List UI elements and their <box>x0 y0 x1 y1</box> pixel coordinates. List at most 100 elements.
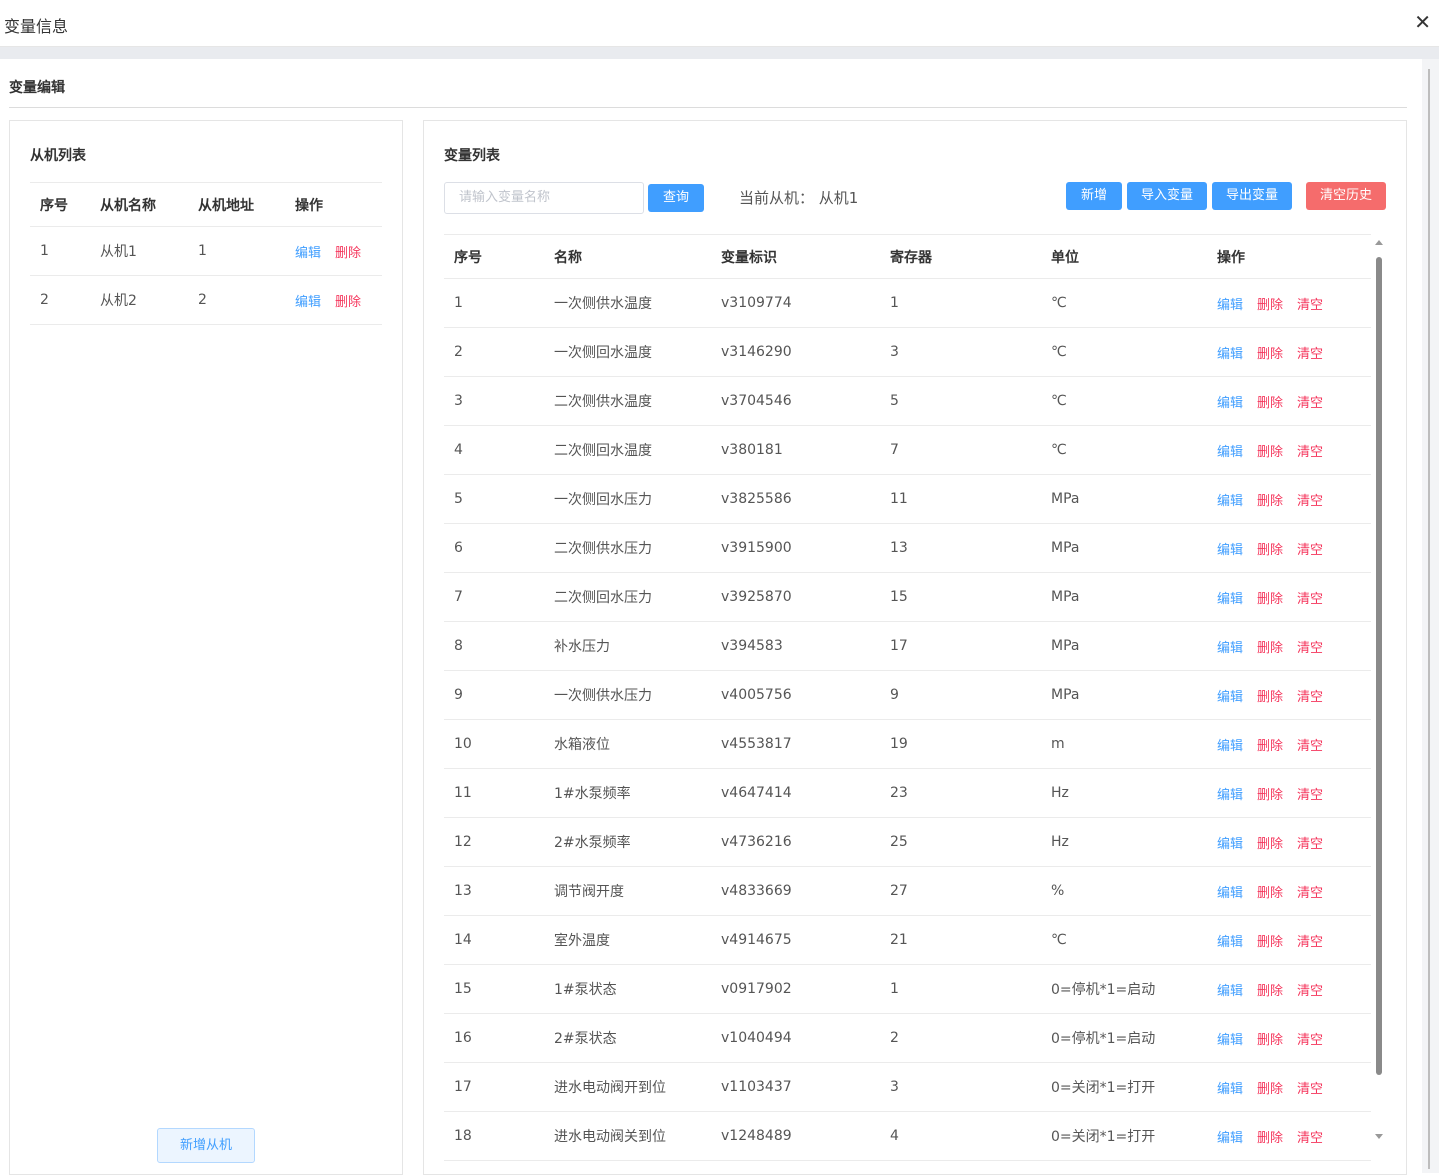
edit-variable-link[interactable]: 编辑 <box>1217 298 1243 313</box>
variable-unit: Hz <box>1041 768 1207 818</box>
clear-variable-link[interactable]: 清空 <box>1297 396 1323 411</box>
clear-variable-link[interactable]: 清空 <box>1297 1082 1323 1097</box>
clear-variable-link[interactable]: 清空 <box>1297 788 1323 803</box>
clear-variable-link[interactable]: 清空 <box>1297 298 1323 313</box>
clear-variable-link[interactable]: 清空 <box>1297 1033 1323 1048</box>
clear-variable-link[interactable]: 清空 <box>1297 641 1323 656</box>
delete-variable-link[interactable]: 删除 <box>1257 886 1283 901</box>
delete-variable-link[interactable]: 删除 <box>1257 690 1283 705</box>
clear-variable-link[interactable]: 清空 <box>1297 494 1323 509</box>
clear-variable-link[interactable]: 清空 <box>1297 592 1323 607</box>
edit-variable-link[interactable]: 编辑 <box>1217 1082 1243 1097</box>
delete-variable-link[interactable]: 删除 <box>1257 788 1283 803</box>
clear-variable-link[interactable]: 清空 <box>1297 886 1323 901</box>
variable-no: 5 <box>444 474 544 524</box>
edit-variable-link[interactable]: 编辑 <box>1217 592 1243 607</box>
edit-variable-link[interactable]: 编辑 <box>1217 886 1243 901</box>
variable-id: v4553817 <box>711 719 880 769</box>
delete-variable-link[interactable]: 删除 <box>1257 739 1283 754</box>
scrollbar-thumb[interactable] <box>1376 257 1382 1075</box>
delete-variable-link[interactable]: 删除 <box>1257 837 1283 852</box>
delete-variable-link[interactable]: 删除 <box>1257 1033 1283 1048</box>
variable-id: v3825586 <box>711 474 880 524</box>
delete-slave-link[interactable]: 删除 <box>335 295 361 310</box>
edit-variable-link[interactable]: 编辑 <box>1217 984 1243 999</box>
edit-variable-link[interactable]: 编辑 <box>1217 935 1243 950</box>
edit-slave-link[interactable]: 编辑 <box>295 246 321 261</box>
variable-id: v3925870 <box>711 572 880 622</box>
delete-variable-link[interactable]: 删除 <box>1257 641 1283 656</box>
outer-scrollbar[interactable] <box>1422 59 1439 1173</box>
delete-slave-link[interactable]: 删除 <box>335 246 361 261</box>
variable-no: 13 <box>444 866 544 916</box>
edit-variable-link[interactable]: 编辑 <box>1217 1033 1243 1048</box>
variable-name: 2#水泵频率 <box>544 817 711 867</box>
delete-variable-link[interactable]: 删除 <box>1257 935 1283 950</box>
delete-variable-link[interactable]: 删除 <box>1257 543 1283 558</box>
close-icon[interactable]: ✕ <box>1414 10 1431 34</box>
edit-variable-link[interactable]: 编辑 <box>1217 1131 1243 1146</box>
delete-variable-link[interactable]: 删除 <box>1257 298 1283 313</box>
scroll-down-icon[interactable] <box>1375 1134 1383 1139</box>
variable-table-scrollbar[interactable] <box>1374 234 1386 1146</box>
variable-actions: 编辑 删除 清空 <box>1207 572 1371 622</box>
variable-unit: Hz <box>1041 817 1207 867</box>
variable-search-input[interactable]: 请输入变量名称 <box>444 182 644 214</box>
edit-variable-link[interactable]: 编辑 <box>1217 788 1243 803</box>
delete-variable-link[interactable]: 删除 <box>1257 347 1283 362</box>
clear-variable-link[interactable]: 清空 <box>1297 445 1323 460</box>
variable-unit: 0=关闭*1=打开 <box>1041 1062 1207 1112</box>
variable-register: 23 <box>880 768 1041 818</box>
edit-variable-link[interactable]: 编辑 <box>1217 690 1243 705</box>
delete-variable-link[interactable]: 删除 <box>1257 592 1283 607</box>
table-row: 2 从机2 2 编辑 删除 <box>30 275 382 325</box>
edit-variable-link[interactable]: 编辑 <box>1217 347 1243 362</box>
delete-variable-link[interactable]: 删除 <box>1257 1082 1283 1097</box>
variable-actions: 编辑 删除 清空 <box>1207 523 1371 573</box>
add-slave-button[interactable]: 新增从机 <box>157 1128 255 1163</box>
delete-variable-link[interactable]: 删除 <box>1257 445 1283 460</box>
variable-register: 3 <box>880 327 1041 377</box>
import-variables-button[interactable]: 导入变量 <box>1127 182 1207 210</box>
outer-scrollbar-track <box>1428 69 1430 1169</box>
table-row: 1 从机1 1 编辑 删除 <box>30 226 382 276</box>
delete-variable-link[interactable]: 删除 <box>1257 1131 1283 1146</box>
clear-variable-link[interactable]: 清空 <box>1297 543 1323 558</box>
clear-variable-link[interactable]: 清空 <box>1297 837 1323 852</box>
scroll-up-icon[interactable] <box>1375 240 1383 245</box>
clear-variable-link[interactable]: 清空 <box>1297 690 1323 705</box>
clear-variable-link[interactable]: 清空 <box>1297 347 1323 362</box>
clear-variable-link[interactable]: 清空 <box>1297 739 1323 754</box>
variable-unit: ℃ <box>1041 376 1207 426</box>
variable-name: 一次侧供水温度 <box>544 278 711 328</box>
variable-name: 一次侧回水压力 <box>544 474 711 524</box>
delete-variable-link[interactable]: 删除 <box>1257 984 1283 999</box>
variable-list-panel: 变量列表 请输入变量名称 查询 当前从机： 从机1 新增 导入变量 导出变量 清… <box>423 120 1407 1175</box>
query-button[interactable]: 查询 <box>648 184 704 212</box>
edit-variable-link[interactable]: 编辑 <box>1217 494 1243 509</box>
clear-history-button[interactable]: 清空历史 <box>1306 182 1386 210</box>
edit-variable-link[interactable]: 编辑 <box>1217 837 1243 852</box>
clear-variable-link[interactable]: 清空 <box>1297 935 1323 950</box>
variable-no: 14 <box>444 915 544 965</box>
variable-id: v1040494 <box>711 1013 880 1063</box>
export-variables-button[interactable]: 导出变量 <box>1212 182 1292 210</box>
add-variable-button[interactable]: 新增 <box>1066 182 1122 210</box>
edit-slave-link[interactable]: 编辑 <box>295 295 321 310</box>
dialog-body: 变量编辑 从机列表 序号 从机名称 从机地址 操作 1 从机1 1 编辑 删除 2 从机2 2… <box>0 59 1422 1175</box>
slave-addr: 1 <box>188 226 285 276</box>
edit-variable-link[interactable]: 编辑 <box>1217 739 1243 754</box>
variable-name: 调节阀开度 <box>544 866 711 916</box>
edit-variable-link[interactable]: 编辑 <box>1217 641 1243 656</box>
edit-variable-link[interactable]: 编辑 <box>1217 396 1243 411</box>
clear-variable-link[interactable]: 清空 <box>1297 984 1323 999</box>
delete-variable-link[interactable]: 删除 <box>1257 494 1283 509</box>
variable-unit: MPa <box>1041 670 1207 720</box>
delete-variable-link[interactable]: 删除 <box>1257 396 1283 411</box>
edit-variable-link[interactable]: 编辑 <box>1217 445 1243 460</box>
clear-variable-link[interactable]: 清空 <box>1297 1131 1323 1146</box>
variable-unit: MPa <box>1041 523 1207 573</box>
variable-register: 9 <box>880 670 1041 720</box>
edit-variable-link[interactable]: 编辑 <box>1217 543 1243 558</box>
variable-actions: 编辑 删除 清空 <box>1207 474 1371 524</box>
